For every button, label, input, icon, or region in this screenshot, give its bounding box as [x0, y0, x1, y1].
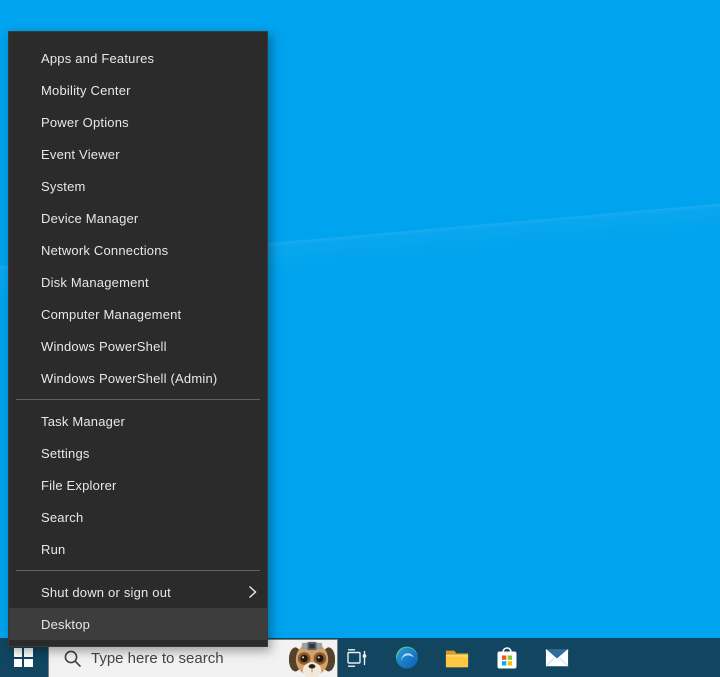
- menu-group-utilities: Task Manager Settings File Explorer Search R…: [9, 405, 267, 565]
- taskbar-icon-row: [345, 638, 569, 677]
- edge-icon: [395, 645, 419, 670]
- menu-item-label: Search: [41, 510, 83, 525]
- menu-item-system[interactable]: System: [9, 170, 267, 202]
- file-explorer-icon: [445, 647, 469, 669]
- menu-item-label: Run: [41, 542, 65, 557]
- mail-button[interactable]: [545, 645, 569, 671]
- chevron-right-icon: [248, 585, 257, 599]
- search-icon: [63, 649, 82, 668]
- menu-item-label: Shut down or sign out: [41, 585, 171, 600]
- store-button[interactable]: [495, 645, 519, 671]
- start-icon: [14, 648, 33, 667]
- menu-item-label: Windows PowerShell: [41, 339, 167, 354]
- winx-context-menu: Apps and Features Mobility Center Power Op…: [8, 31, 268, 647]
- menu-item-event-viewer[interactable]: Event Viewer: [9, 138, 267, 170]
- store-icon: [495, 645, 519, 671]
- menu-item-label: Disk Management: [41, 275, 149, 290]
- menu-item-search[interactable]: Search: [9, 501, 267, 533]
- menu-item-device-manager[interactable]: Device Manager: [9, 202, 267, 234]
- menu-group-session: Shut down or sign out Desktop: [9, 576, 267, 640]
- menu-separator: [16, 399, 260, 400]
- menu-item-label: System: [41, 179, 86, 194]
- menu-item-mobility-center[interactable]: Mobility Center: [9, 74, 267, 106]
- menu-item-label: Settings: [41, 446, 90, 461]
- menu-item-label: Mobility Center: [41, 83, 131, 98]
- task-view-button[interactable]: [345, 645, 369, 671]
- menu-item-computer-management[interactable]: Computer Management: [9, 298, 267, 330]
- edge-button[interactable]: [395, 645, 419, 671]
- menu-group-system-tools: Apps and Features Mobility Center Power Op…: [9, 42, 267, 394]
- search-highlight-dog-icon[interactable]: [289, 640, 335, 677]
- menu-item-settings[interactable]: Settings: [9, 437, 267, 469]
- mail-icon: [545, 648, 569, 668]
- menu-item-label: Apps and Features: [41, 51, 154, 66]
- menu-item-label: Computer Management: [41, 307, 181, 322]
- menu-item-label: File Explorer: [41, 478, 117, 493]
- menu-item-windows-powershell-admin[interactable]: Windows PowerShell (Admin): [9, 362, 267, 394]
- menu-item-label: Device Manager: [41, 211, 138, 226]
- menu-item-windows-powershell[interactable]: Windows PowerShell: [9, 330, 267, 362]
- menu-item-apps-and-features[interactable]: Apps and Features: [9, 42, 267, 74]
- menu-item-label: Network Connections: [41, 243, 168, 258]
- menu-item-label: Power Options: [41, 115, 129, 130]
- menu-item-disk-management[interactable]: Disk Management: [9, 266, 267, 298]
- menu-item-run[interactable]: Run: [9, 533, 267, 565]
- menu-item-file-explorer[interactable]: File Explorer: [9, 469, 267, 501]
- menu-item-desktop[interactable]: Desktop: [9, 608, 267, 640]
- menu-item-label: Task Manager: [41, 414, 125, 429]
- menu-separator: [16, 570, 260, 571]
- menu-item-network-connections[interactable]: Network Connections: [9, 234, 267, 266]
- menu-item-label: Desktop: [41, 617, 90, 632]
- menu-item-shut-down-or-sign-out[interactable]: Shut down or sign out: [9, 576, 267, 608]
- menu-item-task-manager[interactable]: Task Manager: [9, 405, 267, 437]
- file-explorer-button[interactable]: [445, 645, 469, 671]
- menu-item-label: Windows PowerShell (Admin): [41, 371, 217, 386]
- menu-item-power-options[interactable]: Power Options: [9, 106, 267, 138]
- menu-item-label: Event Viewer: [41, 147, 120, 162]
- search-placeholder: Type here to search: [91, 650, 224, 667]
- task-view-icon: [345, 646, 369, 670]
